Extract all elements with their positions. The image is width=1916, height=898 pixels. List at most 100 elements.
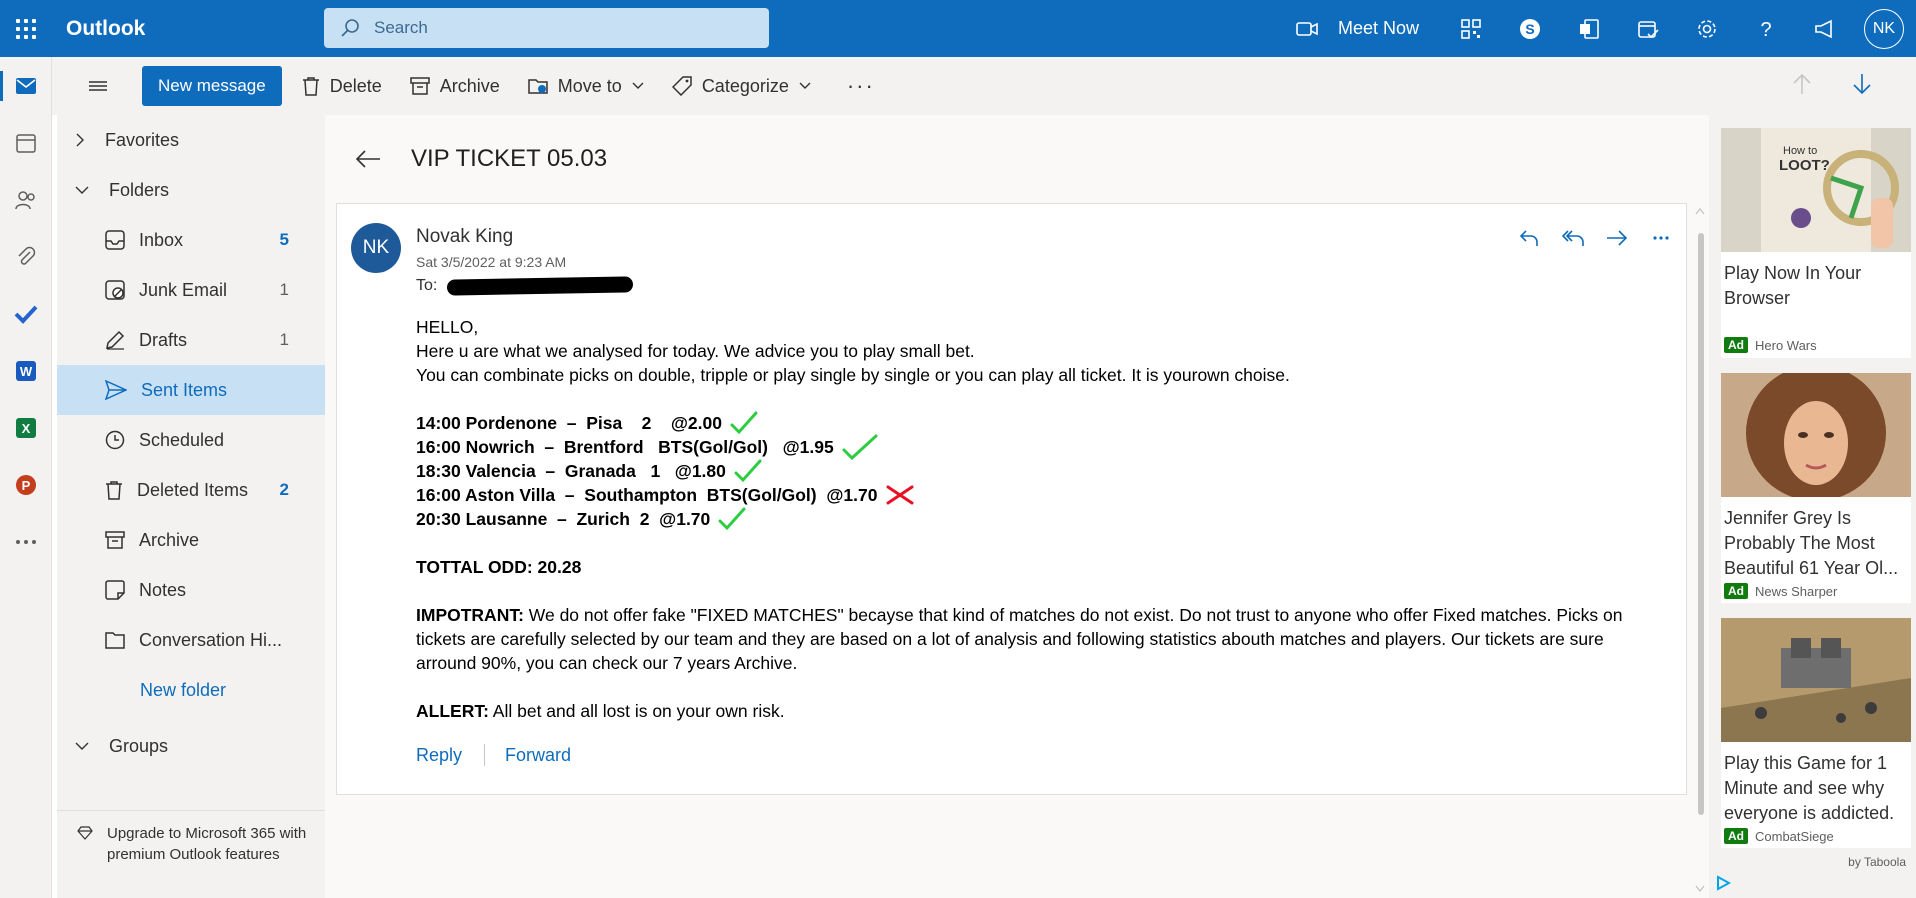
rail-word[interactable]: W xyxy=(0,342,52,399)
body-line: Here u are what we analysed for today. W… xyxy=(416,341,975,361)
trash-icon xyxy=(106,481,122,500)
folder-inbox[interactable]: Inbox 5 xyxy=(57,215,325,265)
folder-icon xyxy=(105,632,125,649)
scroll-up-arrow-icon[interactable] xyxy=(1695,207,1705,215)
folders-section[interactable]: Folders xyxy=(57,165,325,215)
pick-text: 16:00 Nowrich – Brentford BTS(Gol/Gol) @… xyxy=(416,437,834,457)
upgrade-banner[interactable]: Upgrade to Microsoft 365 with premium Ou… xyxy=(57,810,325,865)
rail-files[interactable] xyxy=(0,228,52,285)
more-commands-button[interactable]: ··· xyxy=(847,73,875,99)
reply-link[interactable]: Reply xyxy=(416,745,462,766)
rail-mail[interactable] xyxy=(0,57,52,114)
more-icon xyxy=(1653,236,1669,240)
app-launcher-button[interactable] xyxy=(0,0,52,57)
skype-button[interactable]: S xyxy=(1500,0,1559,57)
reply-action-button[interactable] xyxy=(1507,222,1551,254)
ad-strategy-game-screenshot xyxy=(1721,618,1911,742)
arrow-down-icon[interactable] xyxy=(1852,73,1872,95)
reading-scrollbar[interactable] xyxy=(1698,233,1704,815)
app-name[interactable]: Outlook xyxy=(66,17,324,41)
alert-label: ALLERT: xyxy=(416,701,489,721)
rail-calendar[interactable] xyxy=(0,114,52,171)
svg-text:How to: How to xyxy=(1783,145,1817,157)
categorize-button[interactable]: Categorize xyxy=(671,76,811,97)
folder-drafts[interactable]: Drafts 1 xyxy=(57,315,325,365)
folders-label: Folders xyxy=(109,179,170,200)
forward-action-button[interactable] xyxy=(1595,222,1639,254)
help-button[interactable]: ? xyxy=(1736,0,1795,57)
calendar-check-icon xyxy=(1637,20,1659,38)
more-icon xyxy=(16,539,36,544)
ad-card[interactable]: How to LOOT? Play Now In Your Browser Ad… xyxy=(1721,128,1911,358)
forward-arrow-icon xyxy=(1607,230,1628,246)
folder-deleted-items[interactable]: Deleted Items 2 xyxy=(57,465,325,515)
archive-label: Archive xyxy=(439,75,500,96)
folder-scheduled[interactable]: Scheduled xyxy=(57,415,325,465)
ad-source: Hero Wars xyxy=(1755,337,1817,353)
message-date: Sat 3/5/2022 at 9:23 AM xyxy=(416,254,567,270)
taboola-credit[interactable]: by Taboola xyxy=(1848,855,1906,869)
rail-more-apps[interactable] xyxy=(0,513,52,570)
gear-icon xyxy=(1697,19,1716,38)
sender-name[interactable]: Novak King xyxy=(416,226,513,248)
account-avatar[interactable]: NK xyxy=(1864,8,1904,49)
my-day-button[interactable] xyxy=(1618,0,1677,57)
rail-todo[interactable] xyxy=(0,285,52,342)
svg-text:LOOT?: LOOT? xyxy=(1779,157,1830,174)
rail-people[interactable] xyxy=(0,171,52,228)
move-to-button[interactable]: Move to xyxy=(528,76,644,97)
reply-all-action-button[interactable] xyxy=(1551,222,1595,254)
folder-label: Deleted Items xyxy=(137,479,249,500)
qr-code-button[interactable] xyxy=(1441,0,1500,57)
rail-excel[interactable]: X xyxy=(0,399,52,456)
ad-choices-icon[interactable] xyxy=(1715,875,1731,891)
ad-footer: Ad News Sharper xyxy=(1724,583,1837,599)
redacted-recipient xyxy=(447,276,634,296)
ad-card[interactable]: Jennifer Grey Is Probably The Most Beaut… xyxy=(1721,365,1911,603)
move-to-label: Move to xyxy=(557,75,622,96)
favorites-section[interactable]: Favorites xyxy=(57,115,325,165)
message-subject: VIP TICKET 05.03 xyxy=(411,145,608,172)
ad-badge: Ad xyxy=(1724,583,1748,599)
scroll-down-arrow-icon[interactable] xyxy=(1695,885,1705,893)
rail-powerpoint[interactable]: P xyxy=(0,456,52,513)
pencil-icon xyxy=(106,330,125,350)
meet-now-button[interactable]: Meet Now xyxy=(1296,18,1419,39)
new-folder-link[interactable]: New folder xyxy=(57,665,325,715)
folder-archive[interactable]: Archive xyxy=(57,515,325,565)
powerpoint-icon: P xyxy=(16,474,36,495)
settings-button[interactable] xyxy=(1677,0,1736,57)
search-input[interactable]: Search xyxy=(324,8,769,48)
archive-button[interactable]: Archive xyxy=(410,76,500,97)
folder-conversation-history[interactable]: Conversation Hi... xyxy=(57,615,325,665)
video-camera-icon xyxy=(1296,21,1318,36)
sender-avatar[interactable]: NK xyxy=(351,223,401,273)
new-message-button[interactable]: New message xyxy=(142,66,282,106)
folder-move-icon xyxy=(528,79,548,94)
arrow-up-icon[interactable] xyxy=(1792,73,1812,95)
paperclip-icon xyxy=(18,246,36,265)
delete-button[interactable]: Delete xyxy=(302,76,382,97)
pick-row: 16:00 Nowrich – Brentford BTS(Gol/Gol) @… xyxy=(416,434,1646,460)
important-paragraph: IMPOTRANT: We do not offer fake "FIXED M… xyxy=(416,603,1646,675)
favorites-label: Favorites xyxy=(105,129,180,150)
green-check-icon xyxy=(842,434,878,460)
groups-section[interactable]: Groups xyxy=(57,721,325,771)
pick-row: 16:00 Aston Villa – Southampton BTS(Gol/… xyxy=(416,483,1646,507)
pick-text: 18:30 Valencia – Granada 1 @1.80 xyxy=(416,461,726,481)
ad-title: Jennifer Grey Is Probably The Most Beaut… xyxy=(1724,508,1899,578)
folder-sent-items[interactable]: Sent Items xyxy=(57,365,325,415)
excel-icon: X xyxy=(16,417,36,438)
toggle-nav-button[interactable] xyxy=(68,79,128,93)
folder-notes[interactable]: Notes xyxy=(57,565,325,615)
ad-card[interactable]: Play this Game for 1 Minute and see why … xyxy=(1721,618,1911,848)
svg-text:X: X xyxy=(22,421,31,436)
forward-link[interactable]: Forward xyxy=(505,745,571,766)
teams-button[interactable] xyxy=(1559,0,1618,57)
inbox-icon xyxy=(105,230,125,250)
command-bar: New message Delete Archive Move to Categ… xyxy=(52,57,1916,115)
back-arrow-icon[interactable] xyxy=(355,149,381,169)
feedback-button[interactable] xyxy=(1795,0,1854,57)
more-actions-button[interactable] xyxy=(1639,222,1683,254)
folder-junk-email[interactable]: Junk Email 1 xyxy=(57,265,325,315)
